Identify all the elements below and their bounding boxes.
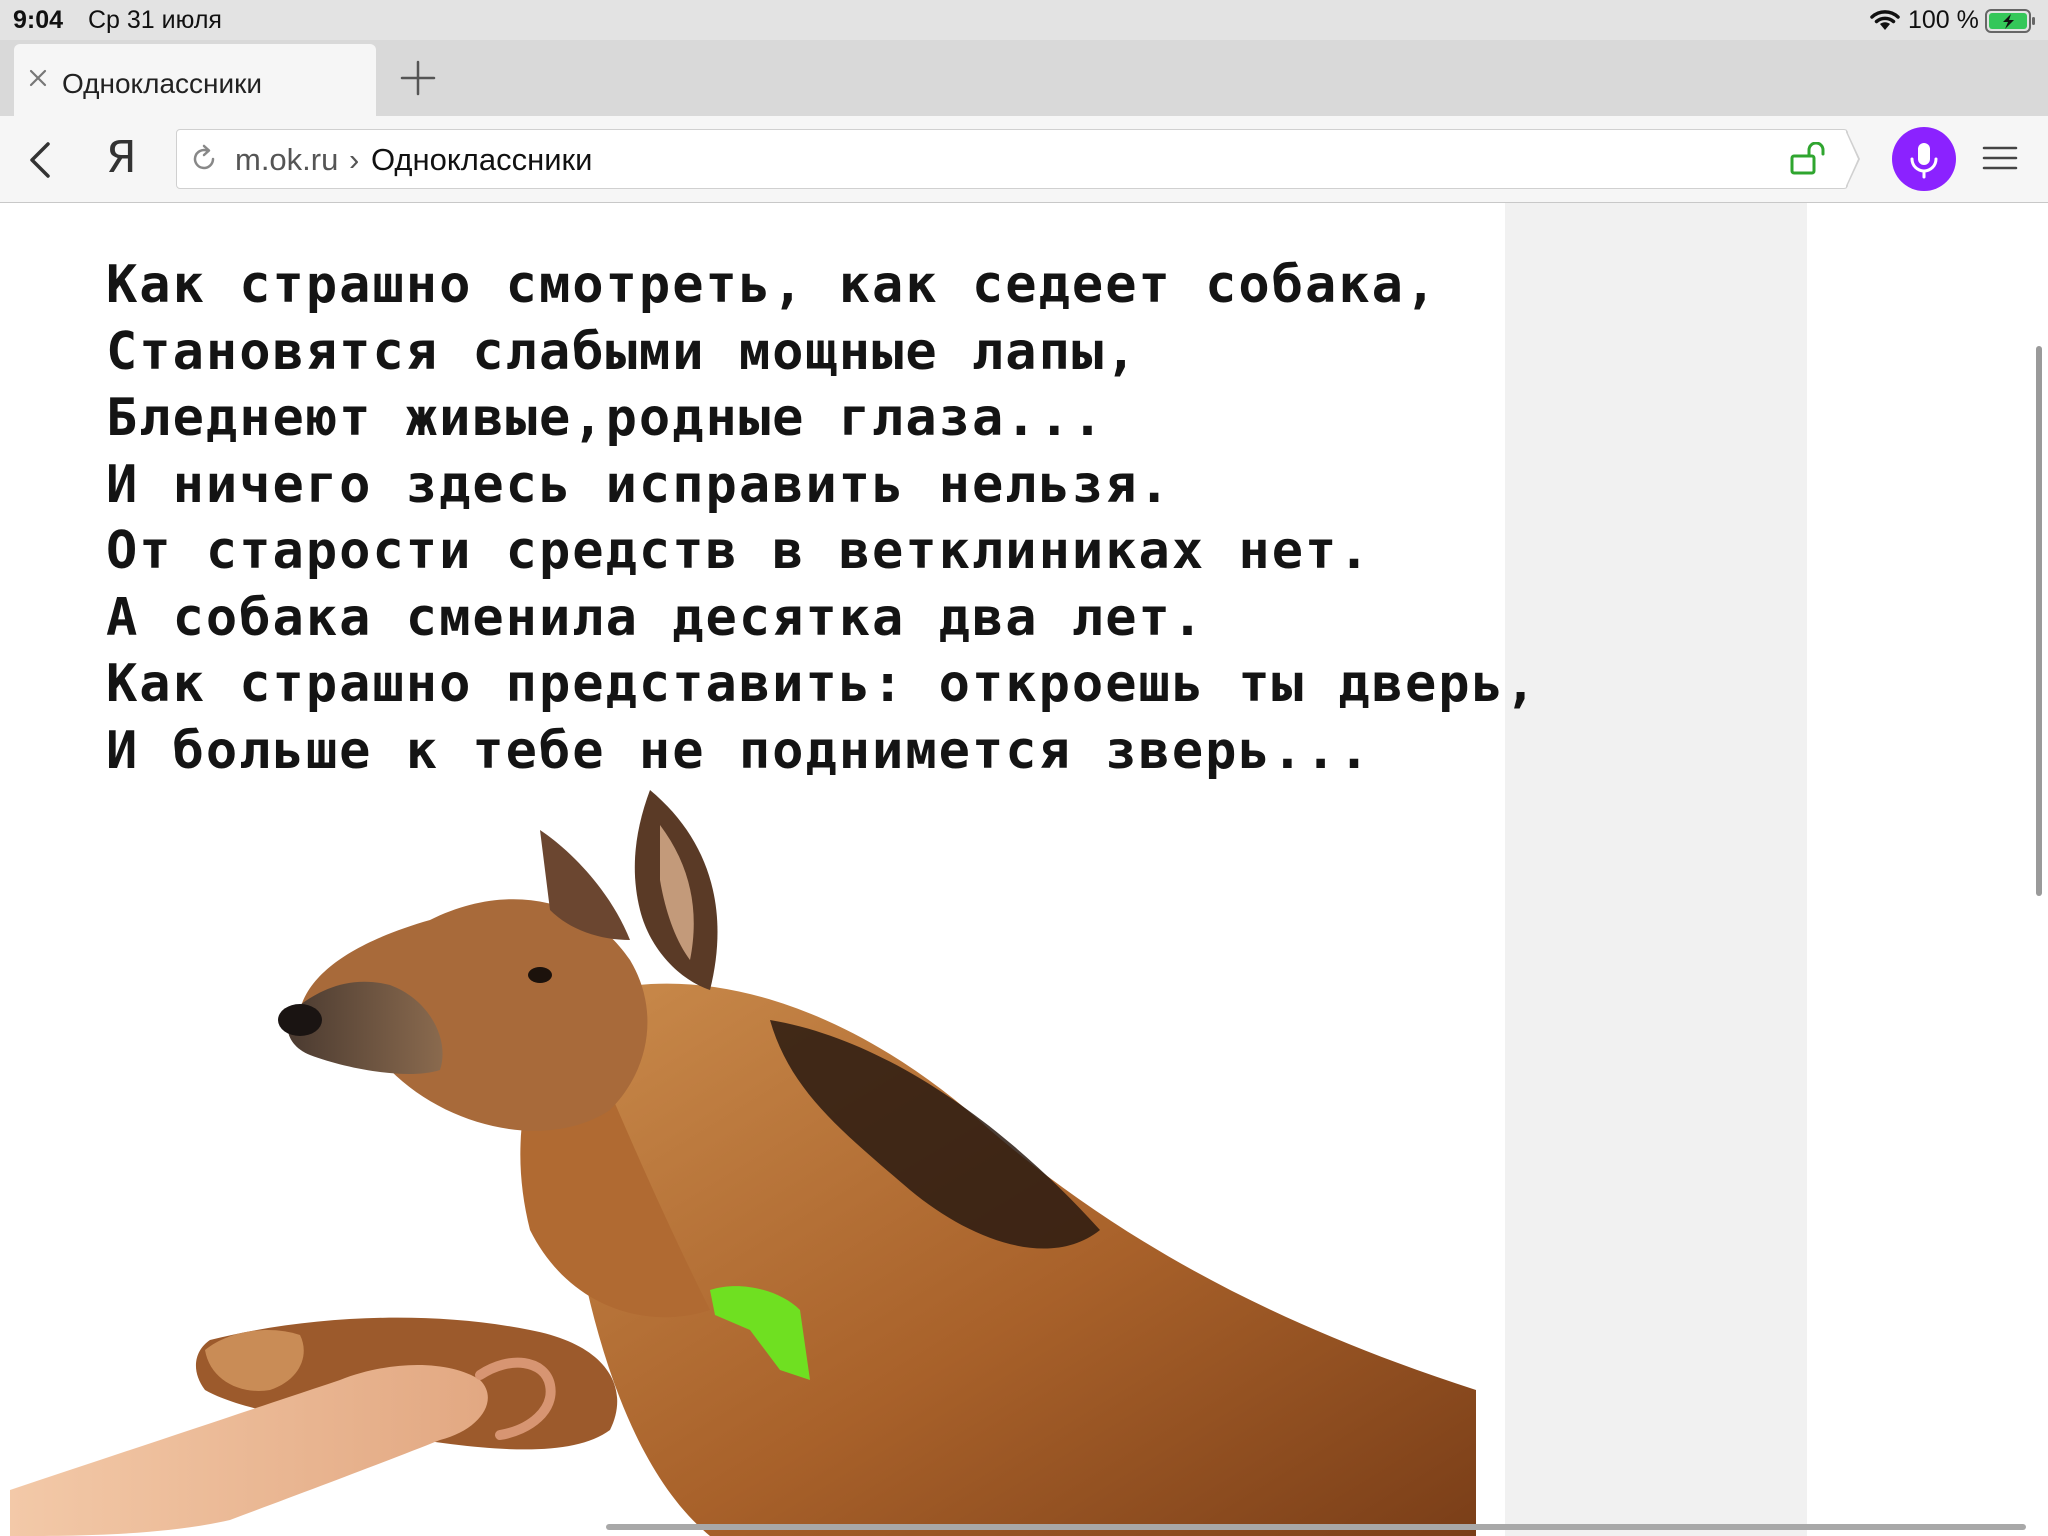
- alice-mic-icon: [1910, 143, 1938, 179]
- battery-charging-icon: [1985, 9, 2035, 33]
- url-page-title: Одноклассники: [371, 142, 593, 177]
- url-host: m.ok.ru: [235, 142, 339, 177]
- poem-line: А собака сменила десятка два лет.: [106, 587, 1206, 648]
- browser-toolbar: Я m.ok.ru › Одноклассники: [0, 116, 2048, 203]
- poem-text: Как страшно смотреть, как седеет собака,…: [106, 252, 1538, 784]
- url-separator: ›: [349, 142, 360, 177]
- vertical-scrollbar[interactable]: [2036, 346, 2042, 896]
- status-bar: 9:04 Ср 31 июля 100 %: [0, 0, 2048, 40]
- reload-icon[interactable]: [189, 144, 219, 174]
- tab-odnoklassniki[interactable]: Одноклассники: [14, 44, 376, 116]
- close-tab-icon[interactable]: [26, 66, 50, 90]
- wifi-icon: [1870, 10, 1900, 30]
- new-tab-icon[interactable]: [398, 58, 438, 98]
- status-date: Ср 31 июля: [88, 6, 222, 34]
- back-icon[interactable]: [26, 140, 56, 180]
- address-bar[interactable]: m.ok.ru › Одноклассники: [176, 129, 1848, 189]
- yandex-home-button[interactable]: Я: [106, 132, 137, 183]
- battery-percent: 100 %: [1908, 6, 1979, 34]
- menu-icon[interactable]: [1982, 142, 2018, 174]
- poem-line: И ничего здесь исправить нельзя.: [106, 454, 1172, 515]
- dog-photo: [10, 790, 1476, 1536]
- tab-title: Одноклассники: [62, 68, 263, 99]
- status-time: 9:04: [13, 6, 64, 34]
- alice-mic-button[interactable]: [1892, 127, 1956, 191]
- tab-strip: Одноклассники: [0, 40, 2048, 116]
- horizontal-scrollbar[interactable]: [606, 1524, 2026, 1530]
- poem-line: Как страшно представить: откроешь ты две…: [106, 654, 1539, 714]
- unlock-icon[interactable]: [1789, 142, 1829, 176]
- address-bar-arrow-fill: [1845, 130, 1858, 188]
- poem-line: От старости средств в ветклиниках нет.: [106, 521, 1372, 581]
- poem-line: Бледнеют живые,родные глаза...: [106, 388, 1106, 448]
- right-side-panel: [1505, 203, 1807, 1536]
- poem-line: Как страшно смотреть, как седеет собака,: [106, 255, 1439, 315]
- poem-line: Становятся слабыми мощные лапы,: [106, 321, 1139, 382]
